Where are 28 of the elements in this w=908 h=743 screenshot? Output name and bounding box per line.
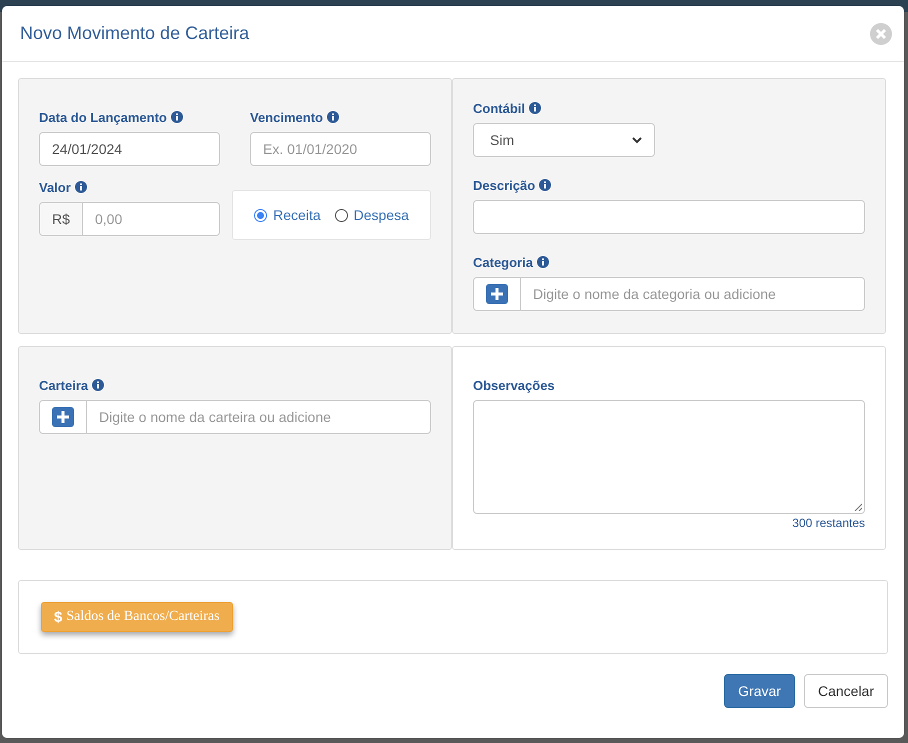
description-input[interactable] — [473, 200, 865, 234]
field-label: Data do Lançamento — [39, 110, 167, 124]
radio-option[interactable]: Despesa — [334, 207, 409, 223]
date-input[interactable]: 24/01/2024 — [39, 132, 220, 166]
wallet-input[interactable]: Digite o nome da carteira ou adicione — [39, 400, 431, 434]
resize-grip-icon[interactable] — [854, 503, 862, 511]
cancel-button[interactable]: Cancelar — [804, 674, 888, 708]
field-label: Carteira — [39, 378, 88, 392]
plus-icon[interactable] — [52, 407, 74, 427]
dialog-title: Novo Movimento de Carteira — [20, 23, 250, 44]
chevron-icon — [632, 136, 642, 144]
radio-option[interactable]: Receita — [254, 207, 321, 223]
field-label: Observações — [473, 378, 555, 392]
currency-addon: R$ — [40, 203, 83, 235]
radio-icon[interactable] — [334, 208, 348, 222]
field-label: Categoria — [473, 254, 533, 270]
radio-icon[interactable] — [254, 208, 268, 222]
accounting-select[interactable]: Sim — [473, 123, 655, 157]
field-label: Descrição — [473, 178, 536, 192]
category-input[interactable]: Digite o nome da categoria ou adicione — [473, 277, 865, 311]
due-date-input[interactable]: Ex. 01/01/2020 — [250, 132, 431, 166]
save-button[interactable]: Gravar — [724, 674, 795, 708]
remaining-count: 300 restantes — [792, 516, 865, 530]
field-label: Contábil — [473, 100, 525, 116]
field-label: Vencimento — [250, 110, 323, 124]
plus-icon[interactable] — [486, 284, 508, 304]
field-label: Valor — [39, 180, 71, 194]
amount-input[interactable]: R$ 0,00 — [39, 202, 220, 236]
